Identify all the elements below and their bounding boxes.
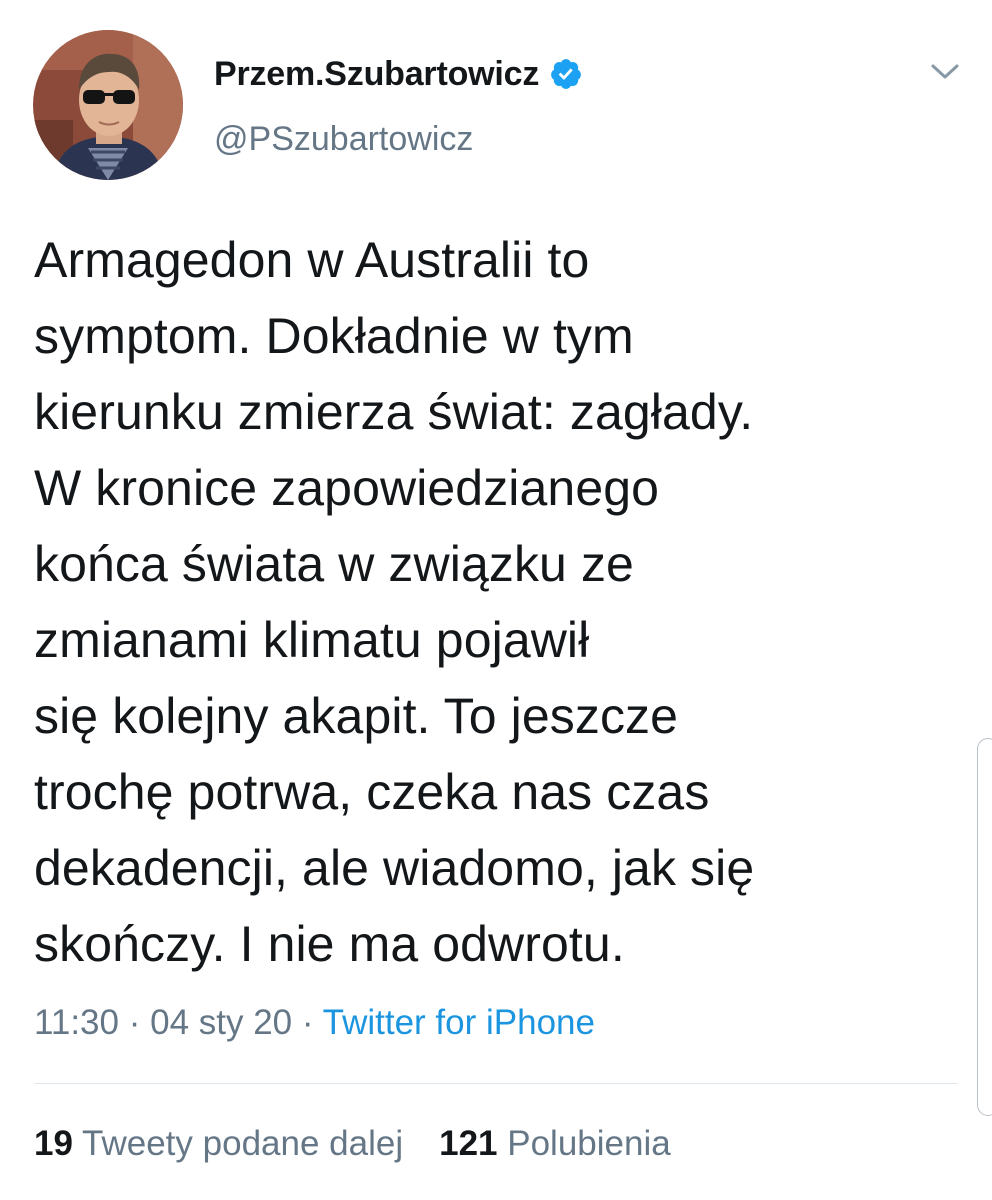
tweet-stats: 19 Tweety podane dalej 121 Polubienia: [34, 1124, 707, 1164]
tweet-date: 04 sty 20: [150, 1003, 293, 1042]
divider: [34, 1083, 958, 1084]
display-name-row[interactable]: Przem.Szubartowicz: [214, 50, 583, 98]
tweet-time: 11:30: [34, 1003, 119, 1042]
retweet-count: 19: [34, 1124, 73, 1163]
like-count: 121: [439, 1124, 498, 1163]
avatar[interactable]: [33, 30, 183, 180]
meta-separator: ·: [292, 1003, 323, 1042]
meta-separator: ·: [119, 1003, 151, 1042]
tweet: Przem.Szubartowicz @PSzubartowicz Armage…: [0, 0, 992, 1200]
verified-badge-icon: [549, 57, 583, 91]
display-name[interactable]: Przem.Szubartowicz: [214, 55, 539, 94]
retweet-label: Tweety podane dalej: [82, 1124, 404, 1163]
user-handle[interactable]: @PSzubartowicz: [214, 120, 473, 159]
tweet-text: Armagedon w Australii to symptom. Dokład…: [34, 232, 755, 972]
chevron-down-icon[interactable]: [928, 58, 962, 84]
scroll-handle[interactable]: [977, 738, 992, 1116]
retweets-stat[interactable]: 19 Tweety podane dalej: [34, 1124, 403, 1164]
tweet-source-link[interactable]: Twitter for iPhone: [323, 1003, 595, 1042]
tweet-meta: 11:30 · 04 sty 20 · Twitter for iPhone: [34, 1003, 595, 1043]
like-label: Polubienia: [507, 1124, 671, 1163]
likes-stat[interactable]: 121 Polubienia: [439, 1124, 671, 1164]
